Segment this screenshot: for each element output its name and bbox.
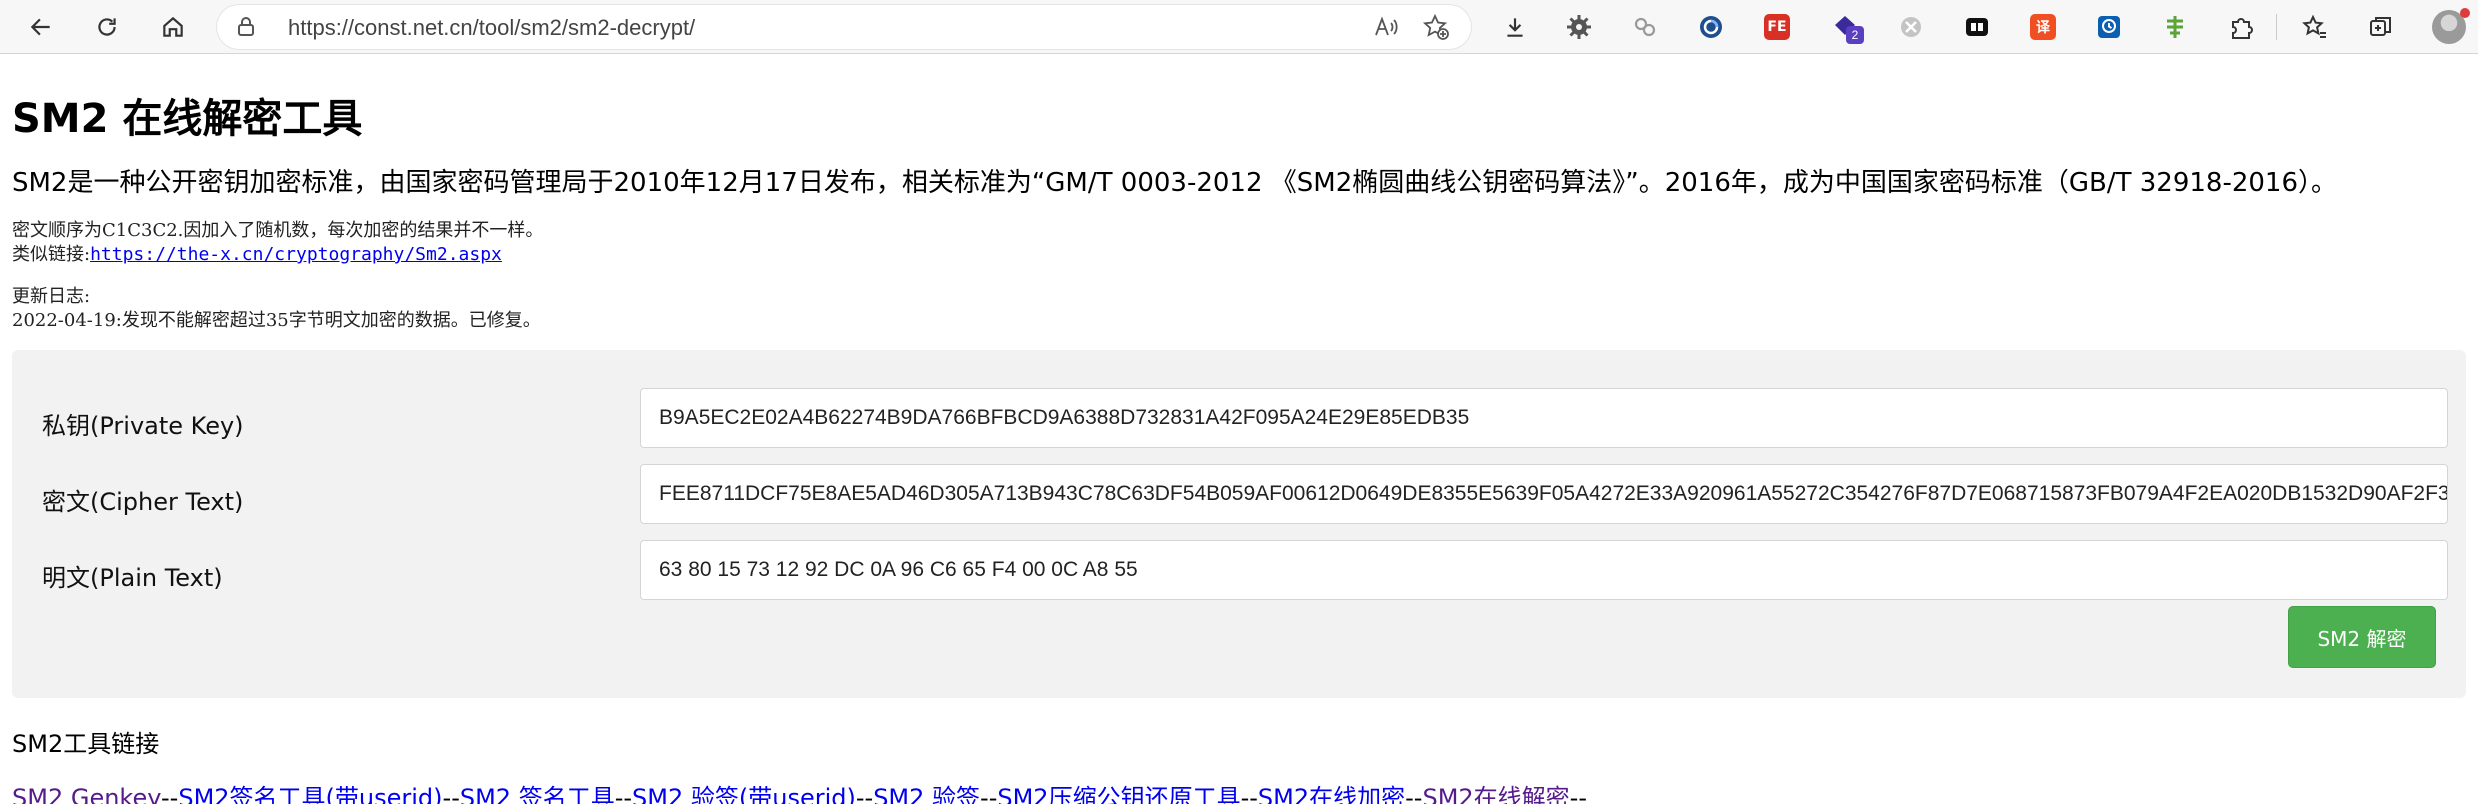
puzzle-extensions-icon[interactable]	[2226, 12, 2256, 42]
lock-icon[interactable]	[234, 15, 258, 39]
sm2-links-title: SM2工具链接	[12, 730, 160, 758]
plain-text-label: 明文(Plain Text)	[42, 564, 223, 592]
read-aloud-icon[interactable]	[1372, 13, 1400, 41]
link-sm2-sign-userid[interactable]: SM2签名工具(带userid)	[178, 784, 442, 804]
link-sm2-verify[interactable]: SM2 验签	[873, 784, 980, 804]
browser-toolbar: https://const.net.cn/tool/sm2/sm2-decryp…	[0, 0, 2478, 54]
intro-text: SM2是一种公开密钥加密标准，由国家密码管理局于2010年12月17日发布，相关…	[12, 168, 2338, 198]
tab-extension-icon[interactable]	[1962, 12, 1992, 42]
back-arrow-icon	[30, 18, 50, 36]
page-title: SM2 在线解密工具	[12, 96, 363, 142]
link-separator: --	[980, 784, 998, 804]
fe-extension-label: FE	[1764, 14, 1790, 40]
link-sm2-genkey[interactable]: SM2 Genkey	[12, 784, 161, 804]
link-separator: --	[1240, 784, 1258, 804]
favorites-icon[interactable]	[2300, 12, 2330, 42]
changelog-title: 更新日志:	[12, 286, 91, 307]
link-sm2-decrypt[interactable]: SM2在线解密	[1422, 784, 1569, 804]
back-button[interactable]	[22, 8, 60, 46]
toolbar-divider	[2276, 14, 2277, 40]
extension-badge: 2	[1846, 26, 1864, 44]
cipher-text-label: 密文(Cipher Text)	[42, 488, 244, 516]
link-separator: --	[1405, 784, 1423, 804]
translate-extension-label: 译	[2030, 14, 2056, 40]
plain-text-output[interactable]: 63 80 15 73 12 92 DC 0A 96 C6 65 F4 00 0…	[640, 540, 2448, 600]
grey-extension-icon[interactable]	[1896, 12, 1926, 42]
downloads-button[interactable]	[1496, 8, 1534, 46]
decrypt-form: 私钥(Private Key) B9A5EC2E02A4B62274B9DA76…	[12, 350, 2466, 698]
gear-extension-icon[interactable]	[1564, 12, 1594, 42]
sm2-links-row: SM2 Genkey--SM2签名工具(带userid)--SM2 签名工具--…	[12, 778, 1587, 804]
url-text[interactable]: https://const.net.cn/tool/sm2/sm2-decryp…	[288, 15, 695, 41]
link-separator: --	[855, 784, 874, 804]
private-key-label: 私钥(Private Key)	[42, 412, 244, 440]
link-separator: --	[614, 784, 633, 804]
home-button[interactable]	[154, 8, 192, 46]
favorite-add-icon[interactable]	[1422, 13, 1450, 41]
download-icon	[1507, 18, 1523, 37]
collections-icon[interactable]	[2366, 12, 2396, 42]
chain-extension-icon[interactable]	[1630, 12, 1660, 42]
home-icon	[163, 16, 183, 37]
similar-link-line: 类似链接:https://the-x.cn/cryptography/Sm2.a…	[12, 240, 502, 266]
address-bar[interactable]: https://const.net.cn/tool/sm2/sm2-decryp…	[216, 4, 1472, 50]
clock-extension-icon[interactable]	[2094, 12, 2124, 42]
notification-dot	[2460, 8, 2470, 18]
translate-extension-icon[interactable]: 译	[2028, 12, 2058, 42]
green-extension-icon[interactable]	[2160, 12, 2190, 42]
cipher-order-note: 密文顺序为C1C3C2.因加入了随机数，每次加密的结果并不一样。	[12, 220, 544, 241]
cipher-text-input[interactable]: FEE8711DCF75E8AE5AD46D305A713B943C78C63D…	[640, 464, 2448, 524]
circle-extension-icon[interactable]	[1696, 12, 1726, 42]
link-separator: --	[1569, 784, 1587, 804]
refresh-button[interactable]	[88, 8, 126, 46]
link-sm2-encrypt[interactable]: SM2在线加密	[1258, 784, 1405, 804]
similar-link-prefix: 类似链接:	[12, 244, 91, 265]
sm2-decrypt-button[interactable]: SM2 解密	[2288, 606, 2436, 668]
link-sm2-sign[interactable]: SM2 签名工具	[460, 784, 615, 804]
link-sm2-verify-userid[interactable]: SM2 验签(带userid)	[632, 784, 856, 804]
diamond-extension-icon[interactable]: 2	[1830, 12, 1864, 44]
link-separator: --	[161, 784, 179, 804]
private-key-input[interactable]: B9A5EC2E02A4B62274B9DA766BFBCD9A6388D732…	[640, 388, 2448, 448]
similar-link[interactable]: https://the-x.cn/cryptography/Sm2.aspx	[90, 244, 502, 265]
fe-extension-icon[interactable]: FE	[1762, 12, 1792, 42]
refresh-icon	[98, 18, 116, 36]
link-separator: --	[442, 784, 460, 804]
changelog-entry: 2022-04-19:发现不能解密超过35字节明文加密的数据。已修复。	[12, 310, 541, 331]
link-sm2-pubkey-decompress[interactable]: SM2压缩公钥还原工具	[997, 784, 1240, 804]
